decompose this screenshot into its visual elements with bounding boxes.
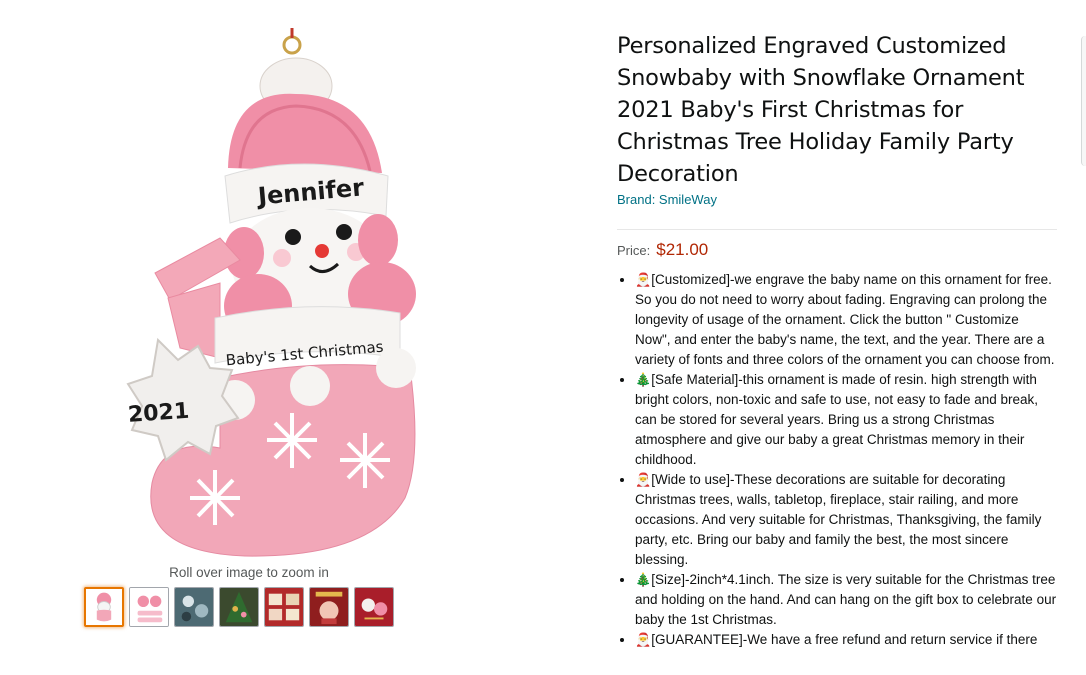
santa-emoji-icon: 🎅 [635, 472, 652, 487]
feature-bullet: 🎅[Customized]-we engrave the baby name o… [635, 270, 1057, 370]
feature-bullet: 🎄[Size]-2inch*4.1inch. The size is very … [635, 570, 1057, 630]
feature-bullet: 🎄[Safe Material]-this ornament is made o… [635, 370, 1057, 470]
zoom-hint: Roll over image to zoom in [169, 565, 329, 580]
product-details: Personalized Engraved Customized Snowbab… [617, 30, 1057, 650]
feature-bullet: 🎅[Wide to use]-These decorations are sui… [635, 470, 1057, 570]
tree-emoji-icon: 🎄 [635, 372, 652, 387]
thumbnail-3[interactable] [174, 587, 214, 627]
ornament-year-text: 2021 [127, 399, 190, 428]
santa-emoji-icon: 🎅 [635, 632, 652, 647]
thumbnail-2[interactable] [129, 587, 169, 627]
thumbnail-7[interactable] [354, 587, 394, 627]
feature-bullet: 🎅[GUARANTEE]-We have a free refund and r… [635, 630, 1057, 650]
thumbnail-1[interactable] [84, 587, 124, 627]
thumbnail-6[interactable] [309, 587, 349, 627]
thumbnail-4[interactable] [219, 587, 259, 627]
price-row: Price: $21.00 [617, 240, 1057, 260]
brand-link[interactable]: Brand: SmileWay [617, 192, 717, 207]
product-title: Personalized Engraved Customized Snowbab… [617, 33, 1025, 187]
main-product-image[interactable]: Jennifer Baby's 1st Christmas 2021 [70, 28, 430, 560]
divider [617, 229, 1057, 230]
price-value: $21.00 [656, 240, 709, 259]
feature-bullets: 🎅[Customized]-we engrave the baby name o… [617, 270, 1057, 650]
thumbnail-strip [84, 587, 394, 627]
thumbnail-5[interactable] [264, 587, 304, 627]
side-panel-edge[interactable] [1081, 36, 1086, 166]
tree-emoji-icon: 🎄 [635, 572, 652, 587]
santa-emoji-icon: 🎅 [635, 272, 652, 287]
price-label: Price: [617, 243, 651, 258]
